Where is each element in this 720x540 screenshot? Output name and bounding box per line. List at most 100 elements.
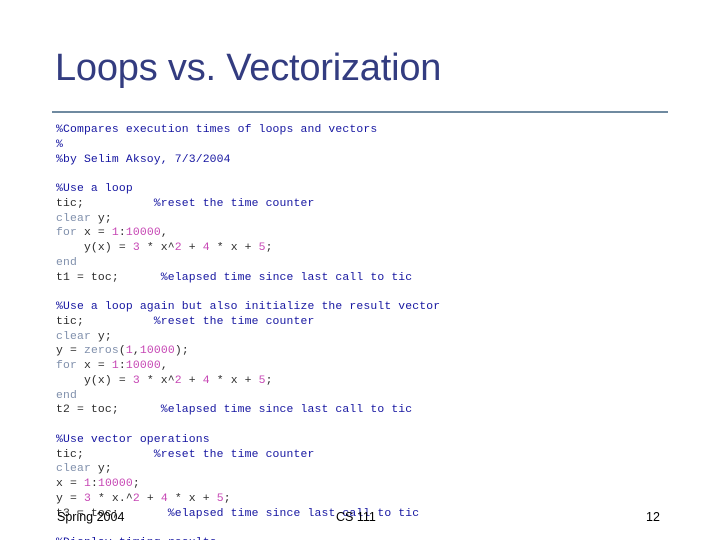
code-token-def: y; bbox=[90, 463, 112, 476]
code-token-def: : bbox=[118, 227, 126, 240]
code-token-num: 4 bbox=[160, 492, 168, 505]
code-line: y = 3 * x.^2 + 4 * x + 5; bbox=[56, 492, 686, 507]
code-token-num: 5 bbox=[258, 374, 266, 387]
code-token-com: % bbox=[56, 138, 63, 151]
code-token-kw: end bbox=[56, 389, 77, 402]
code-token-def: tic; bbox=[56, 448, 154, 461]
code-token-def: y; bbox=[90, 330, 112, 343]
code-line: %Use a loop bbox=[56, 182, 686, 197]
code-token-num: 10000 bbox=[125, 227, 161, 240]
code-token-num: 5 bbox=[258, 242, 266, 254]
code-token-def: + bbox=[181, 242, 203, 254]
code-line: %Use a loop again but also initialize th… bbox=[56, 300, 686, 315]
code-token-def: y = bbox=[56, 345, 84, 358]
code-token-def: * x + bbox=[167, 492, 217, 505]
code-token-def: ; bbox=[265, 242, 273, 254]
code-line: clear y; bbox=[56, 212, 686, 227]
code-token-def: y; bbox=[90, 212, 112, 225]
code-token-def: y(x) = bbox=[56, 374, 133, 387]
code-token-def: ; bbox=[223, 492, 231, 505]
code-token-com: %Use vector operations bbox=[56, 433, 210, 446]
code-token-com: %reset the time counter bbox=[153, 315, 315, 328]
code-token-com: %elapsed time since last call to tic bbox=[160, 271, 413, 284]
code-token-kw: clear bbox=[56, 463, 91, 476]
code-token-com: %Use a loop again but also initialize th… bbox=[56, 301, 441, 313]
code-token-num: 1 bbox=[111, 360, 119, 372]
code-token-kw: for bbox=[56, 360, 77, 372]
code-line: %Display timing results bbox=[56, 536, 686, 540]
code-token-kw: end bbox=[56, 256, 77, 269]
code-token-def: t2 = toc; bbox=[56, 404, 161, 417]
code-token-num: 3 bbox=[132, 374, 140, 387]
code-line: x = 1:10000; bbox=[56, 477, 686, 492]
code-token-def: ; bbox=[132, 478, 140, 490]
code-token-num: 3 bbox=[132, 242, 140, 254]
code-line: for x = 1:10000, bbox=[56, 359, 686, 374]
code-line: %by Selim Aksoy, 7/3/2004 bbox=[56, 153, 686, 168]
code-token-def: , bbox=[160, 227, 168, 240]
code-token-kw: for bbox=[56, 227, 77, 240]
slide: Loops vs. Vectorization %Compares execut… bbox=[0, 0, 720, 540]
code-token-num: 3 bbox=[83, 492, 91, 505]
code-token-num: 1 bbox=[83, 478, 91, 490]
code-token-def: y(x) = bbox=[56, 242, 133, 254]
code-token-num: 4 bbox=[202, 374, 210, 387]
page-title: Loops vs. Vectorization bbox=[55, 47, 442, 89]
footer-page-number: 12 bbox=[646, 510, 660, 524]
code-token-num: 1 bbox=[111, 227, 119, 240]
code-token-def: * x.^ bbox=[90, 492, 133, 505]
code-token-num: 2 bbox=[174, 242, 182, 254]
code-token-num: 4 bbox=[202, 242, 210, 254]
code-token-num: 10000 bbox=[97, 478, 133, 490]
code-token-num: 2 bbox=[132, 492, 140, 505]
code-line: end bbox=[56, 389, 686, 404]
code-line: t1 = toc; %elapsed time since last call … bbox=[56, 271, 686, 286]
code-token-def: * x + bbox=[209, 242, 259, 254]
code-line: y = zeros(1,10000); bbox=[56, 344, 686, 359]
code-token-def: : bbox=[118, 360, 126, 372]
footer-term-label: Spring 2004 bbox=[57, 510, 125, 524]
code-line: tic; %reset the time counter bbox=[56, 448, 686, 463]
code-token-com: %reset the time counter bbox=[153, 197, 315, 210]
code-token-def: y = bbox=[56, 492, 84, 505]
code-token-def: x = bbox=[76, 227, 112, 240]
code-line: t2 = toc; %elapsed time since last call … bbox=[56, 403, 686, 418]
code-token-def: ); bbox=[174, 345, 189, 358]
slide-footer: Spring 2004 CS 111 12 bbox=[0, 510, 720, 530]
code-token-def: * x^ bbox=[139, 242, 175, 254]
code-line: tic; %reset the time counter bbox=[56, 315, 686, 330]
code-line: y(x) = 3 * x^2 + 4 * x + 5; bbox=[56, 374, 686, 389]
code-token-def: * x^ bbox=[139, 374, 175, 387]
code-token-def: + bbox=[139, 492, 161, 505]
code-token-def: ( bbox=[118, 345, 126, 358]
code-token-num: 10000 bbox=[125, 360, 161, 372]
code-token-def: tic; bbox=[56, 197, 154, 210]
code-token-kw: zeros bbox=[83, 345, 119, 358]
code-token-def: x = bbox=[56, 478, 84, 490]
code-line: tic; %reset the time counter bbox=[56, 197, 686, 212]
code-token-def: t1 = toc; bbox=[56, 271, 161, 284]
code-token-def: * x + bbox=[209, 374, 259, 387]
code-token-com: %Use a loop bbox=[56, 183, 133, 195]
code-line: for x = 1:10000, bbox=[56, 226, 686, 241]
footer-course-label: CS 111 bbox=[336, 510, 376, 524]
code-line: y(x) = 3 * x^2 + 4 * x + 5; bbox=[56, 241, 686, 256]
code-line: %Compares execution times of loops and v… bbox=[56, 123, 686, 138]
code-token-com: %reset the time counter bbox=[153, 448, 315, 461]
code-token-num: 1 bbox=[125, 345, 133, 358]
code-token-def: ; bbox=[265, 374, 273, 387]
code-line: clear y; bbox=[56, 330, 686, 345]
code-line: %Use vector operations bbox=[56, 433, 686, 448]
code-token-def: + bbox=[181, 374, 203, 387]
code-token-com: %elapsed time since last call to tic bbox=[160, 404, 413, 417]
code-token-num: 2 bbox=[174, 374, 182, 387]
code-token-def: , bbox=[132, 345, 140, 358]
code-token-num: 5 bbox=[216, 492, 224, 505]
code-token-def: x = bbox=[76, 360, 112, 372]
code-token-com: %Compares execution times of loops and v… bbox=[56, 124, 378, 136]
code-line: % bbox=[56, 138, 686, 153]
code-token-com: %by Selim Aksoy, 7/3/2004 bbox=[56, 153, 231, 166]
title-divider bbox=[52, 111, 668, 113]
